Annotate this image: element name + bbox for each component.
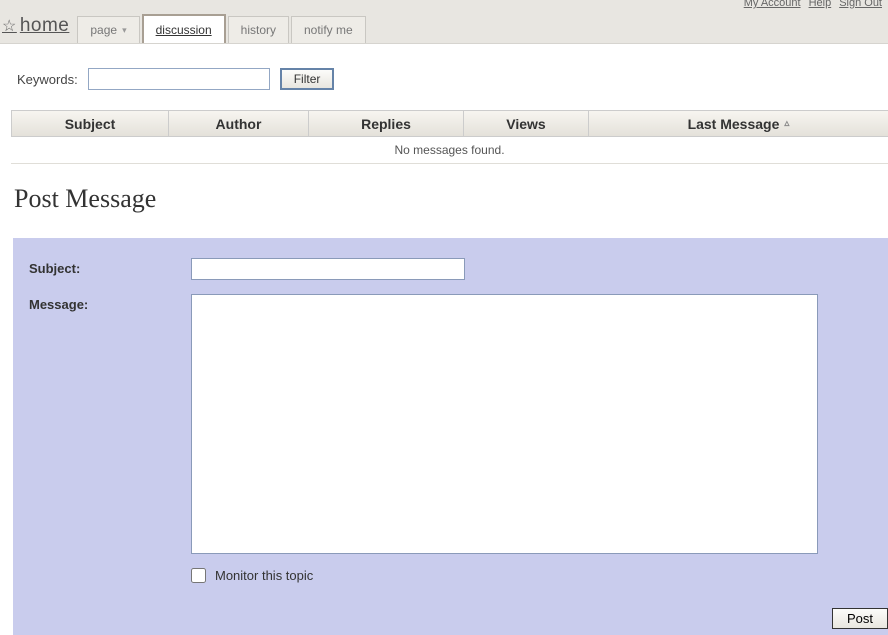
tab-page[interactable]: page ▾ [77,16,139,43]
filter-row: Keywords: Filter [0,44,888,110]
filter-button[interactable]: Filter [280,68,335,90]
top-bar: My Account Help Sign Out ☆ home page ▾ dis… [0,0,888,44]
post-message-heading: Post Message [14,184,888,214]
tab-label: page [90,23,117,37]
col-replies[interactable]: Replies [309,111,464,136]
col-author[interactable]: Author [169,111,309,136]
help-link[interactable]: Help [809,0,832,9]
tab-label: history [241,23,276,37]
message-textarea[interactable] [191,294,818,554]
monitor-row: Monitor this topic [191,568,874,583]
col-views[interactable]: Views [464,111,589,136]
tab-notify-me[interactable]: notify me [291,16,366,43]
messages-grid: Subject Author Replies Views Last Messag… [11,110,888,164]
monitor-label: Monitor this topic [215,568,313,583]
monitor-checkbox[interactable] [191,568,206,583]
tab-label: notify me [304,23,353,37]
sort-asc-icon: ▵ [784,118,789,129]
subject-label: Subject: [29,258,191,276]
star-icon: ☆ [2,16,17,36]
home-label: home [20,15,70,37]
message-label: Message: [29,294,191,312]
keywords-label: Keywords: [17,72,78,87]
user-links: My Account Help Sign Out [744,0,882,9]
col-subject[interactable]: Subject [11,111,169,136]
chevron-down-icon: ▾ [122,25,127,36]
col-last-message-label: Last Message [688,116,780,132]
post-form: Subject: Message: Monitor this topic Pos… [13,238,888,635]
my-account-link[interactable]: My Account [744,0,801,9]
col-last-message[interactable]: Last Message ▵ [589,111,888,136]
tab-history[interactable]: history [228,16,289,43]
tab-discussion[interactable]: discussion [142,14,226,43]
tab-label: discussion [156,23,212,37]
grid-empty-message: No messages found. [11,137,888,164]
keywords-input[interactable] [88,68,270,90]
subject-input[interactable] [191,258,465,280]
grid-header: Subject Author Replies Views Last Messag… [11,111,888,137]
post-button[interactable]: Post [832,608,888,629]
sign-out-link[interactable]: Sign Out [839,0,882,9]
home-link[interactable]: ☆ home [2,15,77,43]
